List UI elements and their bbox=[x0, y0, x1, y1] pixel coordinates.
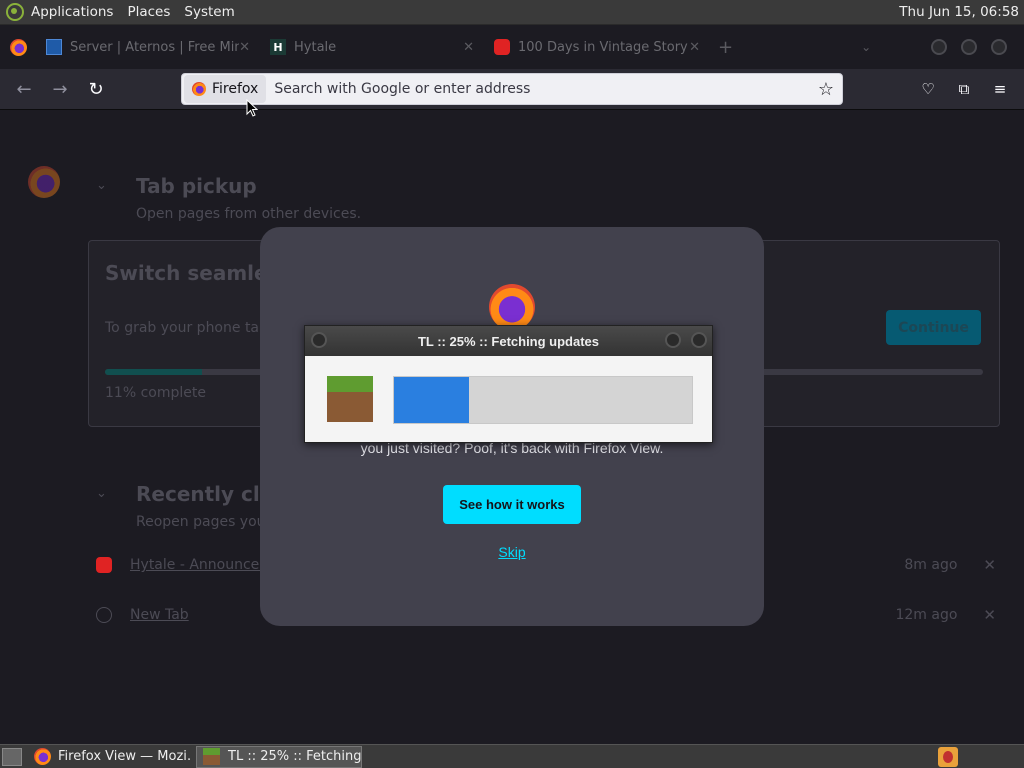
minecraft-grass-block-icon bbox=[203, 748, 220, 765]
recently-closed-subheading: Reopen pages you' bbox=[136, 514, 270, 530]
youtube-icon bbox=[96, 557, 112, 573]
update-progress-dialog: TL :: 25% :: Fetching updates bbox=[304, 325, 713, 443]
card-title: Switch seamles bbox=[105, 261, 280, 285]
reload-button[interactable]: ↻ bbox=[78, 73, 114, 105]
skip-link[interactable]: Skip bbox=[260, 544, 764, 560]
tray-app-icon[interactable] bbox=[938, 746, 958, 767]
taskbar-item-firefox[interactable]: Firefox View — Mozi… bbox=[28, 746, 192, 768]
menu-hamburger-icon[interactable]: ≡ bbox=[984, 73, 1016, 105]
hytale-icon: H bbox=[270, 39, 286, 55]
progress-label: 11% complete bbox=[105, 385, 206, 401]
firefox-icon bbox=[9, 38, 27, 56]
minimize-button[interactable] bbox=[665, 332, 681, 348]
firefox-view-tab[interactable] bbox=[0, 25, 36, 69]
close-tab-icon[interactable]: ✕ bbox=[689, 40, 700, 55]
close-tab-icon[interactable]: ✕ bbox=[239, 40, 250, 55]
url-input[interactable] bbox=[274, 81, 818, 97]
system-top-panel: Applications Places System Thu Jun 15, 0… bbox=[0, 0, 1024, 25]
maximize-button[interactable] bbox=[691, 332, 707, 348]
taskbar-item-label: Firefox View — Mozi… bbox=[58, 749, 192, 764]
minimize-window-button[interactable] bbox=[931, 39, 948, 55]
firefox-logo-icon bbox=[489, 284, 535, 330]
maximize-window-button[interactable] bbox=[961, 39, 978, 55]
new-tab-button[interactable]: + bbox=[718, 37, 733, 58]
recently-closed-time: 12m ago bbox=[895, 607, 958, 623]
tab-youtube[interactable]: 100 Days in Vintage Story ✕ bbox=[484, 25, 710, 69]
recently-closed-time: 8m ago bbox=[904, 557, 958, 573]
recently-closed-title[interactable]: Hytale - Announcen bbox=[130, 557, 268, 573]
applications-menu[interactable]: Applications bbox=[31, 4, 113, 20]
recently-closed-title[interactable]: New Tab bbox=[130, 607, 189, 623]
places-menu[interactable]: Places bbox=[127, 4, 170, 20]
tab-pickup-subheading: Open pages from other devices. bbox=[136, 206, 362, 222]
bottom-taskbar: Firefox View — Mozi… TL :: 25% :: Fetchi… bbox=[0, 744, 1024, 768]
dialog-title: TL :: 25% :: Fetching updates bbox=[417, 333, 600, 349]
taskbar-item-progress-dialog[interactable]: TL :: 25% :: Fetching … bbox=[196, 745, 362, 768]
setup-progress-fill bbox=[105, 369, 202, 375]
collapse-chevron-icon[interactable]: ⌄ bbox=[96, 178, 107, 193]
extensions-icon[interactable]: ⧉ bbox=[948, 73, 980, 105]
see-how-it-works-button[interactable]: See how it works bbox=[443, 485, 581, 524]
minecraft-grass-block-icon bbox=[327, 376, 373, 422]
tab-strip: Server | Aternos | Free Min ✕ H Hytale ✕… bbox=[0, 25, 1024, 69]
firefox-icon bbox=[192, 82, 206, 96]
pocket-icon[interactable]: ♡ bbox=[912, 73, 944, 105]
tab-hytale[interactable]: H Hytale ✕ bbox=[260, 25, 484, 69]
dialog-body bbox=[305, 356, 712, 442]
close-tab-icon[interactable]: ✕ bbox=[463, 40, 474, 55]
update-progress-fill bbox=[394, 377, 469, 423]
window-menu-button[interactable] bbox=[311, 332, 327, 348]
tab-title: Server | Aternos | Free Min bbox=[70, 39, 240, 55]
collapse-chevron-icon[interactable]: ⌄ bbox=[96, 486, 107, 501]
dialog-titlebar[interactable]: TL :: 25% :: Fetching updates bbox=[305, 326, 712, 356]
forward-button[interactable]: → bbox=[42, 73, 78, 105]
list-all-tabs-icon[interactable]: ⌄ bbox=[861, 40, 871, 54]
dismiss-icon[interactable]: ✕ bbox=[983, 556, 996, 574]
taskbar-item-label: TL :: 25% :: Fetching … bbox=[228, 749, 362, 764]
card-text: To grab your phone tab bbox=[105, 320, 268, 336]
bookmark-star-icon[interactable]: ☆ bbox=[818, 79, 834, 100]
tab-title: Hytale bbox=[294, 39, 337, 55]
navigation-toolbar: ← → ↻ Firefox ☆ ♡ ⧉ ≡ bbox=[0, 69, 1024, 110]
show-desktop-icon[interactable] bbox=[2, 747, 22, 766]
youtube-icon bbox=[494, 39, 510, 55]
url-bar[interactable]: Firefox ☆ bbox=[181, 73, 843, 105]
firefox-icon bbox=[34, 748, 51, 765]
continue-button[interactable]: Continue bbox=[886, 310, 981, 345]
distro-logo-icon[interactable] bbox=[6, 3, 24, 21]
recently-closed-heading: Recently clo bbox=[136, 482, 274, 506]
tab-aternos[interactable]: Server | Aternos | Free Min ✕ bbox=[36, 25, 260, 69]
system-menu[interactable]: System bbox=[184, 4, 234, 20]
clock[interactable]: Thu Jun 15, 06:58 bbox=[899, 4, 1019, 20]
tab-title: 100 Days in Vintage Story bbox=[518, 39, 688, 55]
identity-label: Firefox bbox=[212, 81, 259, 97]
firefox-logo-icon bbox=[28, 166, 60, 198]
globe-icon bbox=[96, 607, 112, 623]
update-progress-bar bbox=[393, 376, 693, 424]
tab-pickup-heading: Tab pickup bbox=[136, 174, 257, 198]
dismiss-icon[interactable]: ✕ bbox=[983, 606, 996, 624]
aternos-icon bbox=[46, 39, 62, 55]
back-button[interactable]: ← bbox=[6, 73, 42, 105]
close-window-button[interactable] bbox=[991, 39, 1008, 55]
